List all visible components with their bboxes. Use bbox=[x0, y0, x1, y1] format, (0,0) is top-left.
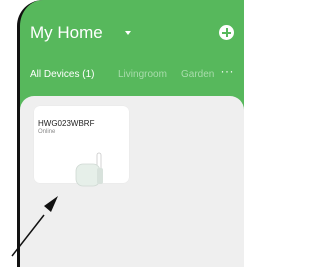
home-title[interactable]: My Home bbox=[30, 22, 103, 44]
device-name: HWG023WBRF bbox=[38, 119, 95, 128]
chevron-down-icon[interactable] bbox=[125, 31, 131, 35]
device-list: HWG023WBRF Online bbox=[20, 96, 244, 267]
tab-all-devices[interactable]: All Devices (1) bbox=[30, 68, 94, 82]
more-icon[interactable]: ··· bbox=[221, 64, 235, 78]
tab-livingroom[interactable]: Livingroom bbox=[118, 68, 167, 82]
header: My Home bbox=[30, 22, 244, 46]
add-icon[interactable] bbox=[219, 25, 234, 40]
device-card[interactable]: HWG023WBRF Online bbox=[34, 106, 129, 187]
phone-screen: My Home All Devices (1) Livingroom Garde… bbox=[17, 0, 244, 267]
device-status: Online bbox=[38, 129, 56, 135]
room-tabs: All Devices (1) Livingroom Garden ··· bbox=[30, 64, 244, 84]
tab-garden[interactable]: Garden bbox=[181, 68, 214, 82]
gateway-device-icon bbox=[75, 152, 103, 187]
